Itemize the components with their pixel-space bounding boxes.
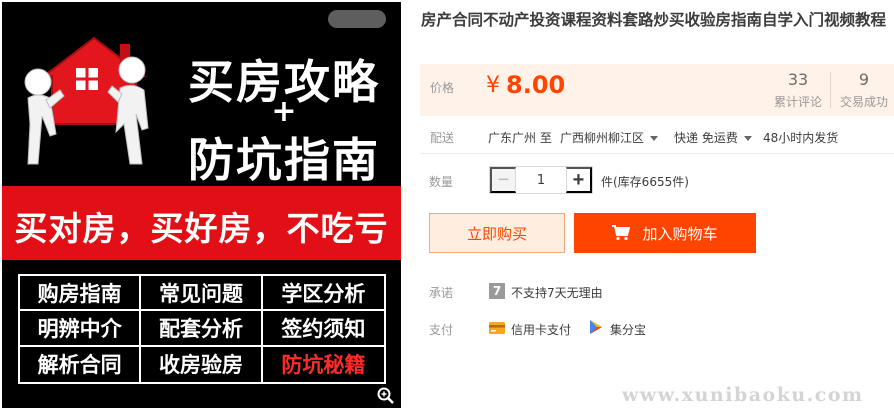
quantity-increase-button[interactable]: + bbox=[566, 167, 592, 193]
chevron-down-icon bbox=[743, 136, 752, 141]
grid-item-highlight: 防坑秘籍 bbox=[281, 353, 366, 378]
reviews-count: 33 bbox=[787, 70, 809, 89]
image-banner-text: 买对房，买好房，不吃亏 bbox=[14, 209, 389, 248]
shopping-cart-icon bbox=[612, 225, 631, 241]
price-value: 8.00 bbox=[506, 71, 566, 99]
sales-stat: 9 交易成功 bbox=[834, 70, 894, 110]
product-image-canvas: 买房攻略 + 防坑指南 买对房，买好房，不吃亏 购房指南 常见问题 学区分析 明… bbox=[2, 2, 401, 408]
product-image[interactable]: 买房攻略 + 防坑指南 买对房，买好房，不吃亏 购房指南 常见问题 学区分析 明… bbox=[0, 0, 403, 410]
grid-item: 明辨中介 bbox=[20, 311, 142, 347]
sales-label: 交易成功 bbox=[839, 95, 888, 109]
add-to-cart-label: 加入购物车 bbox=[642, 224, 718, 243]
stock-info: 件(库存6655件) bbox=[601, 175, 689, 189]
grid-item: 解析合同 bbox=[20, 346, 142, 382]
price-currency: ¥ bbox=[486, 73, 500, 98]
image-red-banner: 买对房，买好房，不吃亏 bbox=[2, 186, 401, 260]
grid-item: 常见问题 bbox=[141, 276, 263, 312]
figures-carrying-house-illustration bbox=[24, 36, 149, 165]
no-7-day-return-icon: 7 bbox=[489, 283, 505, 299]
grid-item: 配套分析 bbox=[141, 311, 263, 347]
site-watermark: www.xunibaoku.com bbox=[622, 384, 864, 406]
delivery-destination: 广西柳州柳江区 bbox=[560, 131, 645, 145]
grid-item: 收房验房 bbox=[141, 346, 263, 382]
grid-item: 购房指南 bbox=[20, 276, 142, 312]
delivery-destination-select[interactable]: 广西柳州柳江区 bbox=[560, 129, 659, 146]
blurred-watermark bbox=[328, 10, 386, 28]
dispatch-time: 48小时内发货 bbox=[763, 131, 839, 145]
delivery-row: 配送 广东广州 至 广西柳州柳江区 快递 免运费 48小时内发货 bbox=[420, 118, 894, 154]
price-label: 价格 bbox=[430, 81, 455, 95]
reviews-stat[interactable]: 33 累计评论 bbox=[768, 70, 828, 110]
promise-label: 承诺 bbox=[429, 286, 454, 300]
quantity-label: 数量 bbox=[429, 175, 454, 189]
product-title: 房产合同不动产投资课程资料套路炒买收验房指南自学入门视频教程 bbox=[421, 11, 887, 29]
promise-text: 不支持7天无理由 bbox=[511, 286, 603, 300]
delivery-origin: 广东广州 至 bbox=[488, 131, 552, 145]
quantity-input[interactable] bbox=[516, 167, 566, 193]
reviews-label: 累计评论 bbox=[773, 95, 822, 109]
credit-card-payment: 信用卡支付 bbox=[511, 323, 572, 337]
buy-now-button[interactable]: 立即购买 bbox=[429, 213, 565, 253]
sales-count: 9 bbox=[858, 70, 870, 89]
jifenbao-payment: 集分宝 bbox=[610, 323, 647, 337]
chevron-down-icon bbox=[650, 136, 659, 141]
stat-divider bbox=[830, 72, 831, 108]
add-to-cart-button[interactable]: 加入购物车 bbox=[574, 213, 756, 253]
quantity-decrease-button[interactable]: − bbox=[490, 167, 516, 193]
delivery-method: 快递 免运费 bbox=[674, 131, 738, 145]
delivery-method-select[interactable]: 快递 免运费 bbox=[674, 129, 752, 146]
delivery-label: 配送 bbox=[430, 131, 455, 145]
quantity-stepper: − + bbox=[489, 166, 593, 194]
magnifier-icon[interactable] bbox=[376, 386, 396, 406]
product-image-top: 买房攻略 + 防坑指南 bbox=[2, 2, 401, 187]
credit-card-icon bbox=[489, 322, 505, 334]
grid-item: 学区分析 bbox=[262, 276, 384, 312]
grid-item: 签约须知 bbox=[262, 311, 384, 347]
image-headline-line2: 防坑指南 bbox=[188, 133, 380, 187]
price-panel: 价格 ¥ 8.00 33 累计评论 9 交易成功 bbox=[420, 64, 894, 116]
image-topic-grid: 购房指南 常见问题 学区分析 明辨中介 配套分析 签约须知 解析合同 收房验房 … bbox=[18, 274, 386, 384]
jifenbao-icon bbox=[590, 320, 602, 334]
payment-label: 支付 bbox=[429, 323, 454, 337]
